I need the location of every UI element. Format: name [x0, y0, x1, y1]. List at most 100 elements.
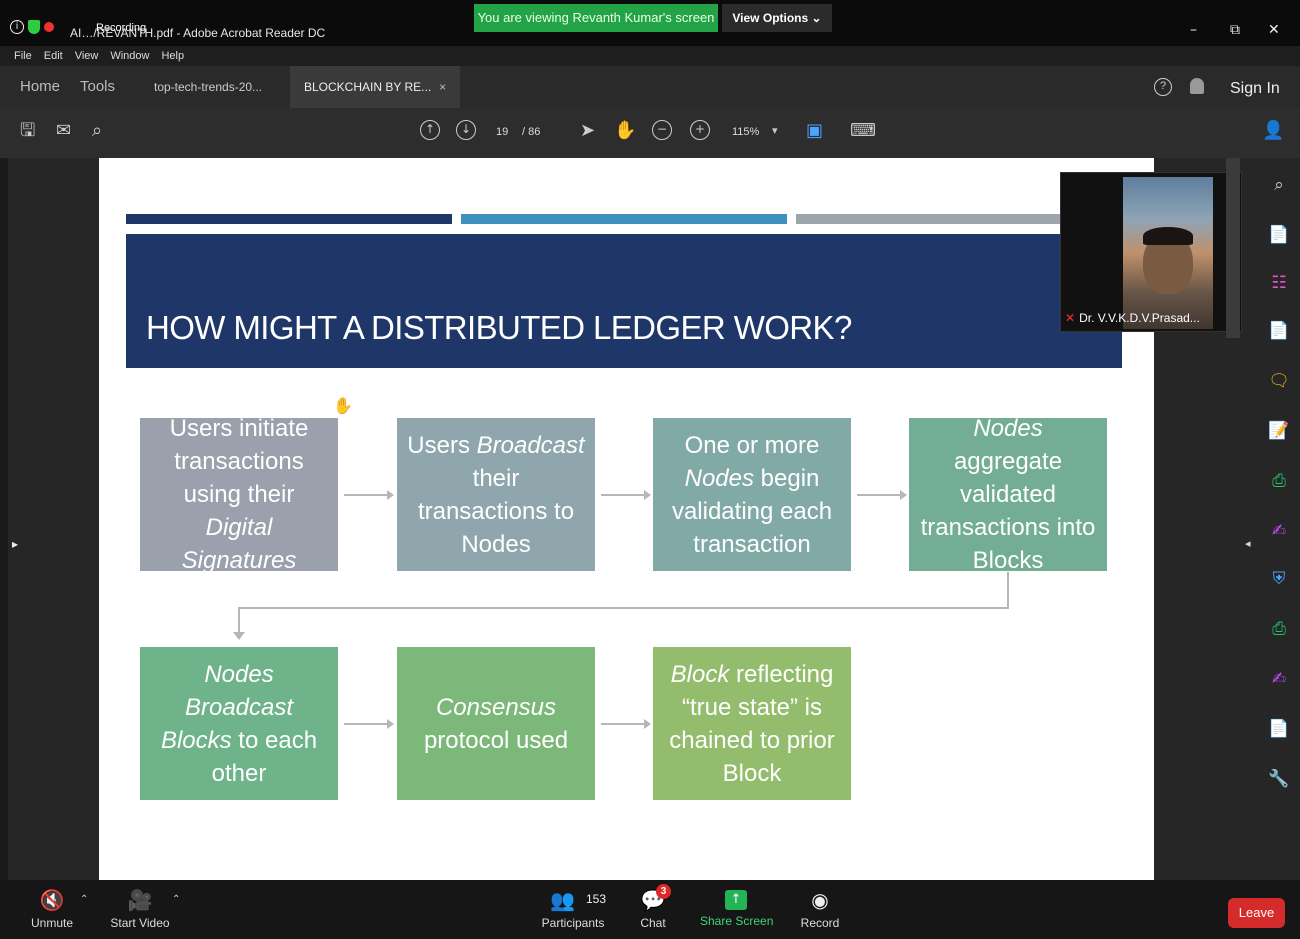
expand-left-panel-icon[interactable]: ▸ — [12, 537, 18, 551]
next-page-icon[interactable]: ↓ — [456, 120, 476, 140]
share-user-icon[interactable]: 👤 — [1262, 120, 1284, 142]
start-video-label: Start Video — [110, 916, 170, 930]
organize-pages-icon[interactable]: ☷ — [1268, 272, 1290, 294]
recording-label: Recording — [96, 22, 147, 34]
scan-ocr-icon[interactable]: ⎙ — [1268, 470, 1290, 492]
chevron-down-icon: ⌄ — [811, 11, 822, 25]
zoom-level-select[interactable]: 115% — [732, 126, 759, 138]
zoom-out-icon[interactable]: − — [652, 120, 672, 140]
acrobat-toolbar: 🖫 ✉ ⌕ ↑ ↓ 19 / 86 ➤ ✋ − + 115% ▾ ▣ ⌨ 👤 — [0, 108, 1300, 158]
flow-step-text-em: Block — [670, 660, 730, 688]
tab-document-2[interactable]: BLOCKCHAIN BY RE... × — [290, 66, 461, 108]
protect-icon[interactable]: ⛨ — [1268, 568, 1290, 590]
info-icon[interactable]: i — [10, 20, 24, 34]
create-pdf-icon[interactable]: 📄 — [1268, 224, 1290, 246]
edit-pdf-icon[interactable]: 📝 — [1268, 420, 1290, 442]
help-icon[interactable]: ? — [1154, 78, 1172, 96]
participant-name-label: Dr. V.V.K.D.V.Prasad... — [1079, 311, 1200, 325]
flow-step-3: One or more Nodes begin validating each … — [653, 418, 851, 571]
unmute-button[interactable]: 🔇 Unmute — [22, 880, 82, 939]
more-tools-icon[interactable]: 🔧 — [1268, 768, 1290, 790]
flow-step-text: Nodes aggregate validated transactions i… — [917, 412, 1099, 577]
share-screen-button[interactable]: ↑ Share Screen — [700, 880, 773, 939]
tab-document-1[interactable]: top-tech-trends-20... — [140, 66, 276, 108]
minimize-button[interactable]: – — [1190, 22, 1197, 38]
optimize-pdf-icon[interactable]: ⎙ — [1268, 618, 1290, 640]
zoom-dropdown-icon[interactable]: ▾ — [772, 120, 778, 142]
previous-page-icon[interactable]: ↑ — [420, 120, 440, 140]
video-feed — [1123, 177, 1213, 329]
close-window-button[interactable]: ✕ — [1268, 22, 1280, 38]
comment-icon[interactable]: 🗨 — [1268, 370, 1290, 392]
flow-step-text-em: Nodes — [973, 415, 1043, 442]
sign-in-button[interactable]: Sign In — [1230, 80, 1280, 98]
menu-bar: File Edit View Window Help — [0, 46, 1300, 66]
flow-arrow-4 — [344, 719, 394, 729]
hand-cursor-icon: ✋ — [333, 396, 353, 415]
view-options-label: View Options — [732, 11, 809, 25]
record-label: Record — [800, 916, 840, 930]
email-icon[interactable]: ✉ — [56, 120, 71, 142]
flow-step-text: Users initiate transactions using their … — [148, 412, 330, 577]
search-icon[interactable]: ⌕ — [92, 120, 102, 142]
flow-step-text: Consensus protocol used — [405, 691, 587, 757]
menu-file[interactable]: File — [14, 50, 32, 62]
page-number-input[interactable]: 19 — [496, 126, 508, 138]
collapse-rail-icon[interactable]: ◂ — [1245, 537, 1251, 550]
meeting-controls-bar: 🔇 Unmute ⌃ 🎥 Start Video ⌃ 👥 Participant… — [0, 880, 1300, 939]
slide-title-banner: HOW MIGHT A DISTRIBUTED LEDGER WORK? — [126, 234, 1122, 368]
record-icon: ◉ — [811, 888, 829, 912]
menu-edit[interactable]: Edit — [44, 50, 63, 62]
accent-bar-2 — [461, 214, 787, 224]
flow-connector — [233, 572, 1009, 640]
export-pdf-icon[interactable]: 📄 — [1268, 320, 1290, 342]
participant-video-tile[interactable]: ✕ Dr. V.V.K.D.V.Prasad... — [1060, 172, 1242, 332]
flow-step-text-pre: Users initiate transactions using their — [169, 415, 309, 508]
tab-home[interactable]: Home — [20, 78, 60, 95]
video-options-caret-icon[interactable]: ⌃ — [172, 894, 180, 905]
tab-tools[interactable]: Tools — [80, 78, 115, 95]
participant-hair — [1143, 227, 1193, 245]
slide-title: HOW MIGHT A DISTRIBUTED LEDGER WORK? — [146, 309, 852, 346]
select-pointer-icon[interactable]: ➤ — [580, 120, 595, 142]
send-for-review-icon[interactable]: 📄 — [1268, 718, 1290, 740]
unmute-label: Unmute — [30, 916, 74, 930]
menu-window[interactable]: Window — [110, 50, 149, 62]
audio-options-caret-icon[interactable]: ⌃ — [80, 894, 88, 905]
restore-button[interactable]: ⧉ — [1230, 22, 1240, 38]
flow-step-text-pre: One or more — [684, 431, 820, 459]
flow-arrow-2 — [601, 490, 651, 500]
muted-mic-icon: ✕ — [1065, 311, 1076, 325]
flow-step-text-post: their transactions to Nodes — [417, 464, 575, 558]
menu-help[interactable]: Help — [161, 50, 184, 62]
view-options-button[interactable]: View Options ⌄ — [722, 4, 832, 32]
participant-name: ✕ Dr. V.V.K.D.V.Prasad... — [1065, 311, 1200, 325]
flow-arrow-1 — [344, 490, 394, 500]
pdf-page: HOW MIGHT A DISTRIBUTED LEDGER WORK? Use… — [99, 158, 1154, 880]
save-icon[interactable]: 🖫 — [20, 120, 35, 142]
leave-button[interactable]: Leave — [1228, 898, 1285, 928]
fit-page-icon[interactable]: ▣ — [806, 120, 823, 142]
participants-button[interactable]: 👥 Participants — [540, 880, 606, 939]
search-tool-icon[interactable]: ⌕ — [1268, 174, 1290, 196]
participants-label: Participants — [541, 916, 605, 930]
request-signature-icon[interactable]: ✍ — [1268, 668, 1290, 690]
flow-step-1: Users initiate transactions using their … — [140, 415, 338, 574]
share-banner: You are viewing Revanth Kumar's screen — [474, 4, 718, 32]
close-icon[interactable]: × — [439, 80, 446, 94]
flow-step-text: Users Broadcast their transactions to No… — [405, 429, 587, 561]
chat-unread-badge: 3 — [656, 884, 671, 899]
start-video-button[interactable]: 🎥 Start Video — [106, 880, 174, 939]
flow-step-text-em: Digital Signatures — [181, 514, 297, 574]
fill-sign-icon[interactable]: ✍ — [1268, 520, 1290, 542]
tab-document-1-label: top-tech-trends-20... — [154, 80, 263, 94]
record-button[interactable]: ◉ Record — [796, 880, 844, 939]
menu-view[interactable]: View — [75, 50, 99, 62]
bell-icon[interactable] — [1190, 78, 1204, 94]
hand-tool-icon[interactable]: ✋ — [614, 120, 636, 142]
keyboard-icon[interactable]: ⌨ — [850, 120, 876, 142]
zoom-in-icon[interactable]: + — [690, 120, 710, 140]
tab-bar: Home Tools top-tech-trends-20... BLOCKCH… — [0, 66, 1300, 108]
page-total: / 86 — [522, 126, 541, 138]
document-scrollbar[interactable] — [1226, 158, 1240, 338]
